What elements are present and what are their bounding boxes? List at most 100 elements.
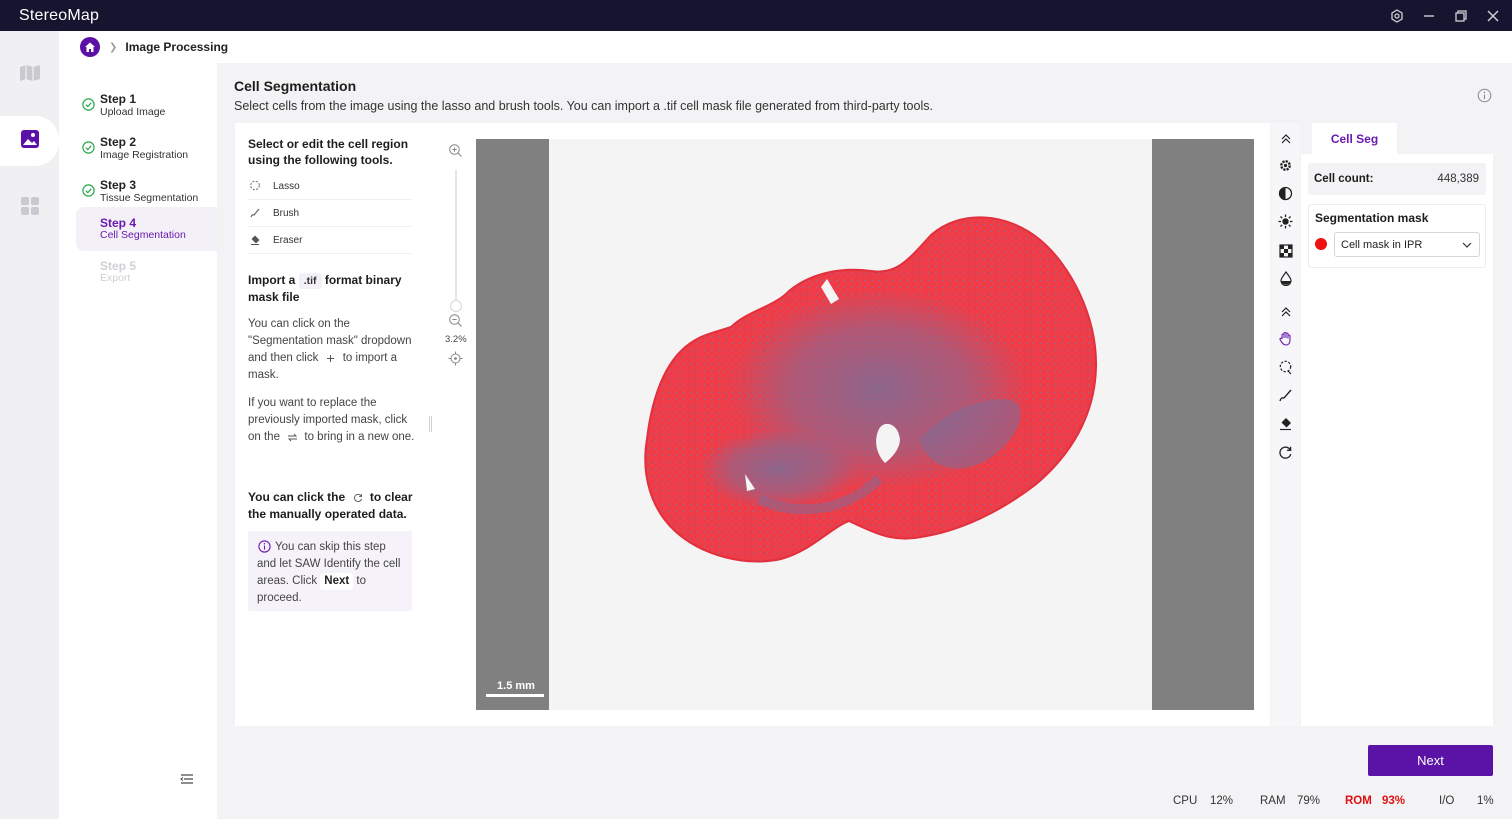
import-heading: Import a .tif format binary mask file [248,272,418,305]
panel-resize-handle[interactable] [429,416,432,432]
cpu-value: 12% [1210,795,1234,807]
page-title: Cell Segmentation [234,78,357,94]
tab-cell-seg[interactable]: Cell Seg [1312,123,1397,154]
step-subtitle: Upload Image [100,106,166,118]
step-subtitle: Cell Segmentation [100,229,186,241]
ram-value: 79% [1297,795,1321,807]
step-5: Step 5 Export [76,251,217,293]
collapse-up-icon[interactable] [1277,130,1294,147]
tip-next-chip: Next [320,573,354,590]
grid-icon [20,196,40,221]
cell-count-row: Cell count: 448,389 [1308,163,1486,195]
chevron-right-icon: ❯ [109,41,118,53]
home-icon[interactable] [80,37,100,57]
panel-tabs: Cell Seg [1301,123,1493,154]
image-icon [20,129,40,154]
check-circle-icon [82,98,95,111]
pan-hand-icon[interactable] [1277,330,1294,347]
left-rail [0,31,59,819]
scale-line [486,694,544,697]
import-instructions: You can click on the "Segmentation mask"… [248,316,418,384]
check-circle-icon [82,141,95,154]
settings-icon[interactable] [1386,5,1408,27]
step-2[interactable]: Step 2 Image Registration [76,128,217,170]
lasso-icon [248,179,262,193]
replace-text-b: to bring in a new one. [304,431,415,444]
step-title: Step 2 [100,135,137,149]
brush-icon[interactable] [1277,387,1294,404]
zoom-slider-track[interactable] [455,170,457,305]
segmentation-mask-select[interactable]: Cell mask in IPR [1334,232,1480,257]
next-button[interactable]: Next [1368,745,1493,776]
zoom-slider-handle[interactable] [450,300,462,312]
page-description: Select cells from the image using the la… [234,99,933,113]
rom-label: ROM [1345,795,1372,807]
info-circle-icon [257,540,272,554]
minimize-icon[interactable] [1418,5,1440,27]
step-title: Step 5 [100,259,137,273]
selected-mask: Cell mask in IPR [1341,238,1423,251]
tif-format-chip: .tif [298,273,322,289]
stepper: Step 1 Upload Image Step 2 Image Registr… [59,63,217,819]
step-4[interactable]: Step 4 Cell Segmentation [76,207,217,251]
zoom-out-icon[interactable] [448,313,463,328]
import-pre: Import a [248,273,296,287]
map-icon [19,64,41,87]
breadcrumb: ❯ Image Processing [59,31,1512,63]
skip-tip: You can skip this step and let SAW Ident… [248,531,412,611]
reset-icon[interactable] [1277,444,1294,461]
step-title: Step 3 [100,178,137,192]
cell-seg-panel: Cell Seg Cell count: 448,389 Segmentatio… [1301,123,1493,726]
app-title: StereoMap [19,6,100,24]
brush-icon [248,206,262,220]
gear-icon[interactable] [1277,157,1294,174]
tool-label: Brush [273,207,300,219]
step-subtitle: Export [100,272,131,284]
checker-icon[interactable] [1277,242,1294,259]
collapse-sidebar-icon[interactable] [179,771,195,787]
step-title: Step 4 [100,216,137,230]
breadcrumb-current: Image Processing [125,40,229,54]
tissue-image [644,216,1098,563]
rail-item-map[interactable] [0,50,59,100]
tool-row-eraser: Eraser [248,227,411,254]
close-icon[interactable] [1482,5,1504,27]
collapse-up-icon[interactable] [1277,303,1294,320]
io-value: 1% [1477,795,1494,807]
tool-label: Lasso [273,180,300,192]
eraser-icon[interactable] [1277,415,1294,432]
scale-bar: 1.5 mm [486,680,546,697]
replace-instructions: If you want to replace the previously im… [248,395,418,446]
opacity-drop-icon[interactable] [1277,270,1294,287]
recenter-icon[interactable] [448,351,463,366]
rail-item-image-processing[interactable] [0,116,59,166]
cell-count-value: 448,389 [1437,173,1479,185]
step-1[interactable]: Step 1 Upload Image [76,85,217,127]
zoom-in-icon[interactable] [448,143,463,158]
clear-instructions: You can click the to clear the manually … [248,489,418,522]
io-label: I/O [1439,795,1455,807]
contrast-icon[interactable] [1277,185,1294,202]
image-canvas[interactable] [476,139,1254,710]
image-viewport [549,139,1152,710]
cpu-label: CPU [1173,795,1198,807]
brightness-icon[interactable] [1277,213,1294,230]
step-title: Step 1 [100,92,137,106]
chevron-down-icon [1462,239,1472,251]
plus-icon [322,350,340,366]
lasso-icon[interactable] [1277,359,1294,376]
scale-label: 1.5 mm [497,680,535,692]
restore-icon[interactable] [1450,5,1472,27]
title-bar: StereoMap [0,0,1512,31]
instruction-panel: Select or edit the cell region using the… [235,123,425,726]
tool-row-brush: Brush [248,200,411,227]
info-icon[interactable] [1477,88,1492,103]
check-circle-icon [82,184,95,197]
mask-color-swatch[interactable] [1315,238,1327,250]
step-subtitle: Image Registration [100,149,189,161]
reset-icon [349,490,367,506]
swap-icon [283,429,301,445]
rail-item-apps[interactable] [0,183,59,233]
cell-count-label: Cell count: [1314,173,1374,185]
clear-text-a: You can click the [248,490,346,504]
